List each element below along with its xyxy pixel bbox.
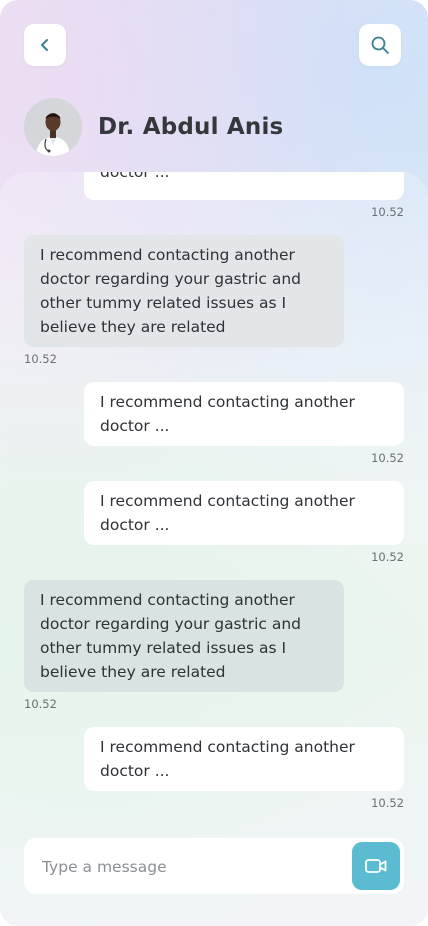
message-text: doctor ...: [100, 172, 170, 181]
video-camera-icon: [365, 859, 387, 873]
message-time: 10.52: [371, 796, 404, 810]
search-icon: [371, 36, 389, 54]
doctor-name: Dr. Abdul Anis: [98, 114, 284, 140]
message-time: 10.52: [24, 697, 57, 711]
message-bubble-sent: I recommend contacting another doctor ..…: [84, 382, 404, 446]
avatar[interactable]: [24, 98, 82, 156]
message-time: 10.52: [371, 550, 404, 564]
search-button[interactable]: [359, 24, 401, 66]
message-bubble-sent: I recommend contacting another doctor ..…: [84, 481, 404, 545]
message-composer: [24, 838, 404, 896]
message-text: I recommend contacting another doctor ..…: [100, 738, 355, 780]
message-text: I recommend contacting another doctor ..…: [100, 492, 355, 534]
chevron-left-icon: [41, 39, 48, 51]
message-bubble-sent: doctor ...: [84, 172, 404, 200]
message-text: I recommend contacting another doctor re…: [40, 246, 302, 336]
chat-screen: Dr. Abdul Anis doctor ... 10.52 I recomm…: [0, 0, 428, 926]
message-bubble-sent: I recommend contacting another doctor ..…: [84, 727, 404, 791]
doctor-profile[interactable]: Dr. Abdul Anis: [24, 98, 283, 156]
message-time: 10.52: [371, 205, 404, 219]
message-bubble-received: I recommend contacting another doctor re…: [24, 235, 344, 347]
message-text: I recommend contacting another doctor ..…: [100, 393, 355, 435]
chat-messages[interactable]: doctor ... 10.52 I recommend contacting …: [0, 172, 428, 926]
back-button[interactable]: [24, 24, 66, 66]
message-input[interactable]: [40, 838, 344, 896]
message-time: 10.52: [24, 352, 57, 366]
video-call-button[interactable]: [352, 842, 400, 890]
message-time: 10.52: [371, 451, 404, 465]
doctor-avatar-icon: [24, 98, 82, 156]
message-bubble-received: I recommend contacting another doctor re…: [24, 580, 344, 692]
message-text: I recommend contacting another doctor re…: [40, 591, 302, 681]
